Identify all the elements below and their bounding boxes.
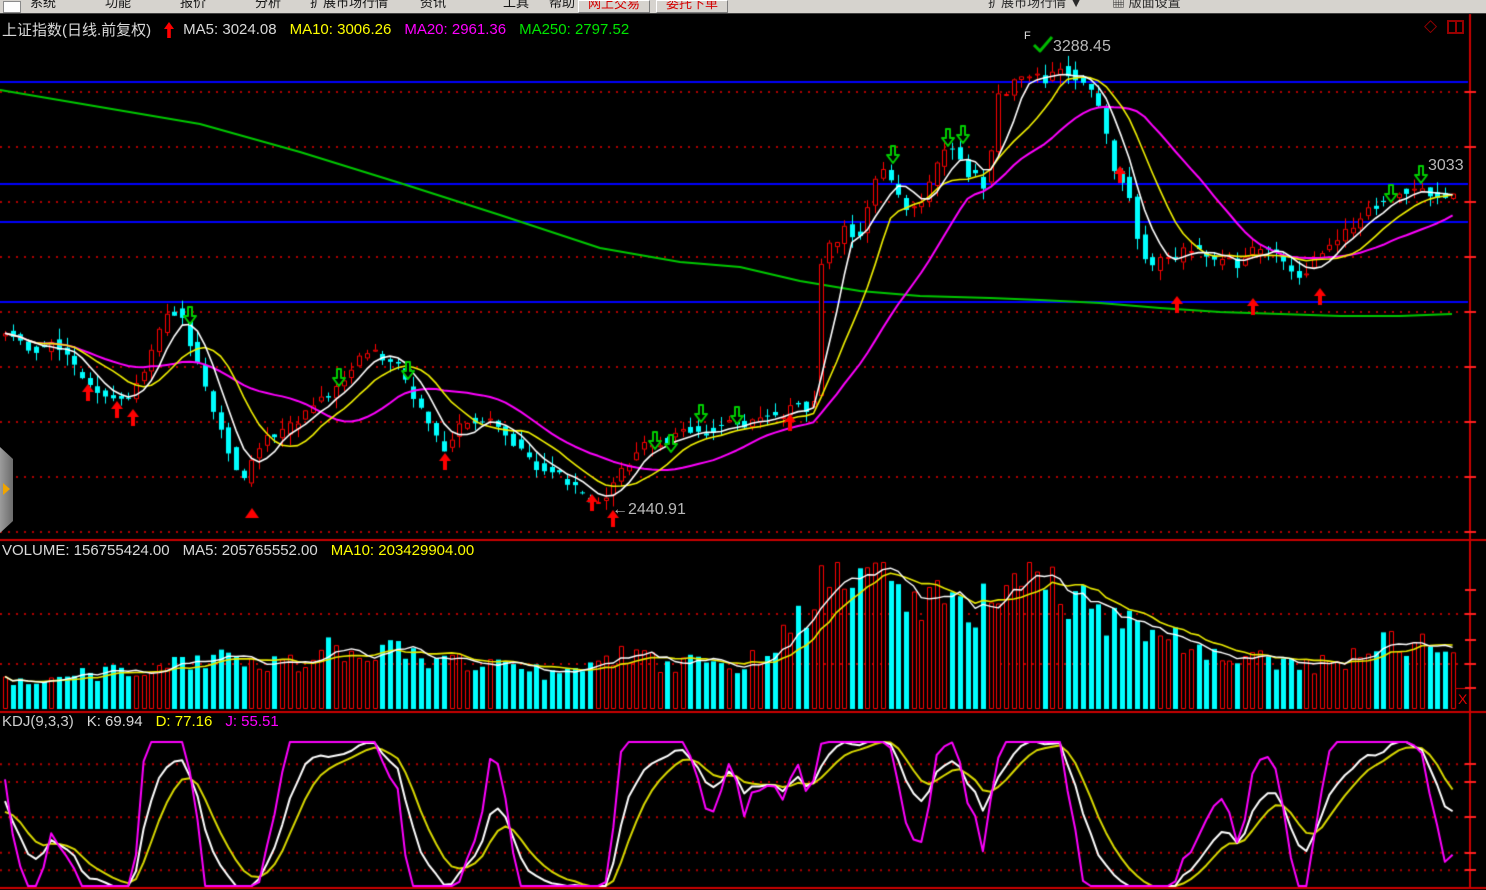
volume-ma5-value: MA5: 205765552.00 — [183, 542, 318, 559]
volume-value: VOLUME: 156755424.00 — [2, 542, 170, 559]
indicator-close-button[interactable]: X — [1458, 691, 1467, 707]
instrument-title: 上证指数(日线.前复权) — [2, 19, 151, 40]
toolbar-right-label[interactable]: ▦ 版面设置 — [1112, 0, 1181, 11]
menu-item[interactable]: 功能 — [105, 0, 131, 11]
ma5-value: MA5: 3024.08 — [183, 21, 276, 38]
ma10-value: MA10: 3006.26 — [290, 21, 392, 38]
peak-flag-label: F — [1024, 30, 1031, 42]
chart-canvas[interactable] — [0, 0, 1486, 890]
trading-app-window: { "toolbar": { "menu_items": [ {"label":… — [0, 0, 1486, 890]
menu-item[interactable]: 资讯 — [420, 0, 446, 11]
main-chart-header: 上证指数(日线.前复权) MA5: 3024.08 MA10: 3006.26 … — [2, 19, 629, 40]
toolbar-red-button-label: 网上交易 — [579, 0, 649, 12]
ma20-value: MA20: 2961.36 — [404, 21, 506, 38]
top-toolbar: 系统 功能 报价 分析 扩展市场行情 资讯 工具 帮助 网上交易委托下单 扩展市场行情 ▼ ▦ … — [0, 0, 1486, 14]
menu-item[interactable]: 分析 — [255, 0, 281, 11]
menu-item[interactable]: 系统 — [30, 0, 56, 11]
toolbar-red-button-2[interactable]: 委托下单 — [656, 0, 728, 13]
up-arrow-icon — [164, 22, 174, 38]
toolbar-red-button-label: 委托下单 — [657, 0, 727, 12]
kdj-d-value: D: 77.16 — [156, 713, 213, 730]
last-price-annotation: 3033 — [1428, 157, 1464, 175]
toolbar-right-label[interactable]: 扩展市场行情 ▼ — [988, 0, 1082, 11]
peak-price-annotation: 3288.45 — [1053, 38, 1111, 56]
toolbar-red-button-1[interactable]: 网上交易 — [578, 0, 650, 13]
diamond-marker-icon[interactable]: ◇ — [1424, 17, 1437, 34]
ma250-value: MA250: 2797.52 — [519, 21, 629, 38]
menu-item[interactable]: 扩展市场行情 — [310, 0, 388, 11]
kdj-panel-header: KDJ(9,3,3) K: 69.94 D: 77.16 J: 55.51 — [2, 713, 279, 730]
sidebar-expand-handle[interactable] — [0, 447, 13, 533]
expand-arrow-icon — [3, 483, 10, 495]
app-icon[interactable] — [3, 1, 21, 13]
menu-item[interactable]: 帮助 — [549, 0, 575, 11]
kdj-j-value: J: 55.51 — [225, 713, 278, 730]
menu-item[interactable]: 工具 — [503, 0, 529, 11]
kdj-k-value: K: 69.94 — [87, 713, 143, 730]
volume-panel-header: VOLUME: 156755424.00 MA5: 205765552.00 M… — [2, 542, 474, 559]
menu-item[interactable]: 报价 — [180, 0, 206, 11]
kdj-name: KDJ(9,3,3) — [2, 713, 74, 730]
volume-ma10-value: MA10: 203429904.00 — [331, 542, 474, 559]
split-window-icon[interactable] — [1447, 20, 1464, 34]
low-price-annotation: ←2440.91 — [612, 501, 686, 519]
